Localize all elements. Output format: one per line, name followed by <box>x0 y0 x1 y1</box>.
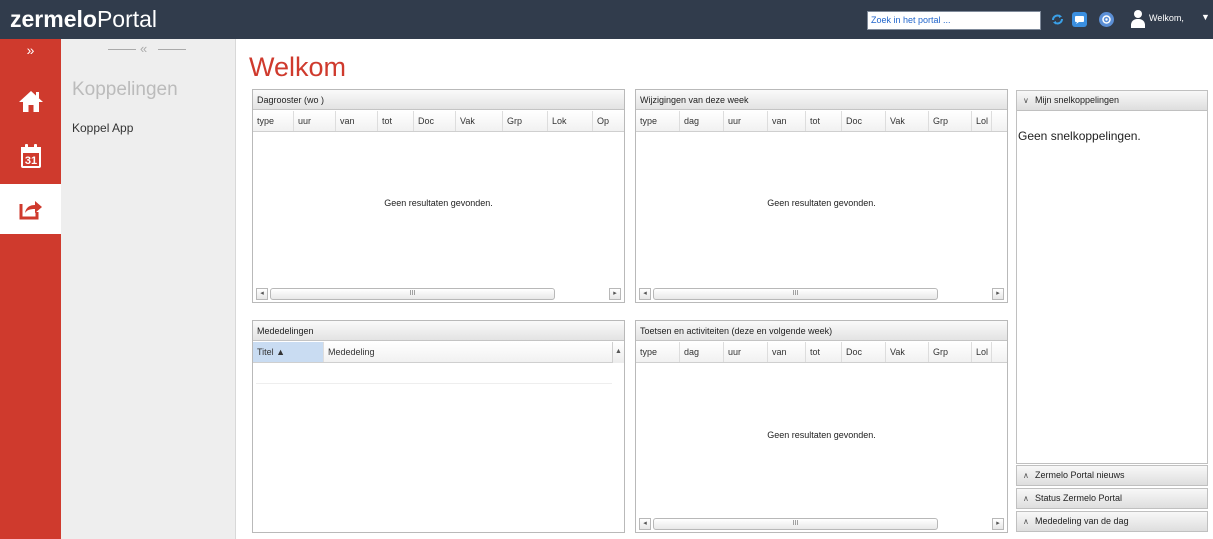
panel-wijzigingen-title: Wijzigingen van deze week <box>636 90 1007 110</box>
panel-dagrooster: Dagrooster (wo ) type uur van tot Doc Va… <box>252 89 625 303</box>
panel-mededelingen-title: Mededelingen <box>253 321 624 341</box>
column-header[interactable]: Doc <box>842 111 886 131</box>
panel-mededelingen: Mededelingen Titel ▲ Mededeling ▲ <box>252 320 625 533</box>
column-header-mededeling[interactable]: Mededeling <box>324 342 612 362</box>
toetsen-grid-header: type dag uur van tot Doc Vak Grp Lol <box>636 342 1007 363</box>
nav-calendar-button[interactable]: 31 <box>0 132 61 180</box>
column-header[interactable]: van <box>336 111 378 131</box>
column-header[interactable]: tot <box>806 111 842 131</box>
accordion-mededeling-dag-header[interactable]: ∧ Mededeling van de dag <box>1016 511 1208 532</box>
panel-toetsen-title: Toetsen en activiteiten (deze en volgend… <box>636 321 1007 341</box>
scroll-up-button[interactable]: ▲ <box>612 342 624 363</box>
panel-wijzigingen: Wijzigingen van deze week type dag uur v… <box>635 89 1008 303</box>
wijzigingen-grid-header: type dag uur van tot Doc Vak Grp Lol <box>636 111 1007 132</box>
column-header[interactable]: uur <box>724 111 768 131</box>
column-header-titel[interactable]: Titel ▲ <box>253 342 324 362</box>
column-header[interactable]: Op <box>593 111 624 131</box>
column-header[interactable]: Lol <box>972 342 992 362</box>
search-input[interactable]: Zoek in het portal ... <box>867 11 1041 30</box>
row-divider <box>256 383 612 384</box>
column-header[interactable]: type <box>636 342 680 362</box>
chevron-up-icon: ∧ <box>1023 494 1029 503</box>
column-header[interactable]: Doc <box>414 111 456 131</box>
expand-menu-button[interactable]: » <box>0 39 61 61</box>
app-logo[interactable]: zermeloPortal <box>10 6 157 32</box>
column-header[interactable]: van <box>768 111 806 131</box>
accordion-snelkoppelingen-body: Geen snelkoppelingen. <box>1016 111 1208 464</box>
snelkoppelingen-empty-text: Geen snelkoppelingen. <box>1018 129 1141 143</box>
share-icon <box>19 201 42 220</box>
user-icon[interactable] <box>1130 10 1145 28</box>
chevron-down-icon: ∨ <box>1023 96 1029 105</box>
empty-results-message: Geen resultaten gevonden. <box>384 198 493 208</box>
scroll-thumb[interactable]: III <box>270 288 555 300</box>
column-header[interactable]: Vak <box>456 111 503 131</box>
column-header[interactable]: Grp <box>929 342 972 362</box>
column-header[interactable]: Vak <box>886 342 929 362</box>
column-header[interactable]: Lol <box>972 111 992 131</box>
home-icon <box>18 91 43 112</box>
column-header[interactable]: tot <box>378 111 414 131</box>
logo-light-text: Portal <box>96 6 158 32</box>
empty-results-message: Geen resultaten gevonden. <box>767 430 876 440</box>
scroll-right-button[interactable]: ▸ <box>992 518 1004 530</box>
nav-koppelingen-button[interactable] <box>0 184 61 234</box>
accordion-title: Mededeling van de dag <box>1035 516 1129 526</box>
accordion-title: Zermelo Portal nieuws <box>1035 470 1125 480</box>
horizontal-scrollbar[interactable]: ◂ III ▸ <box>256 288 621 300</box>
scroll-thumb[interactable]: III <box>653 288 938 300</box>
help-icon[interactable] <box>1099 12 1114 27</box>
panel-toetsen: Toetsen en activiteiten (deze en volgend… <box>635 320 1008 533</box>
panel-dagrooster-title: Dagrooster (wo ) <box>253 90 624 110</box>
welcome-user-label[interactable]: Welkom, <box>1149 13 1184 23</box>
scroll-right-button[interactable]: ▸ <box>609 288 621 300</box>
message-icon[interactable] <box>1072 12 1087 27</box>
column-header[interactable]: dag <box>680 111 724 131</box>
column-header[interactable]: tot <box>806 342 842 362</box>
user-menu-caret-icon[interactable]: ▼ <box>1201 12 1210 22</box>
chevron-up-icon: ∧ <box>1023 471 1029 480</box>
accordion-snelkoppelingen-header[interactable]: ∨ Mijn snelkoppelingen <box>1016 90 1208 111</box>
dagrooster-grid-header: type uur van tot Doc Vak Grp Lok Op <box>253 111 624 132</box>
mededelingen-grid-header: Titel ▲ Mededeling <box>253 342 612 363</box>
scroll-left-button[interactable]: ◂ <box>256 288 268 300</box>
main-icon-bar: » 31 <box>0 39 61 539</box>
column-header[interactable]: uur <box>294 111 336 131</box>
top-bar: zermeloPortal Zoek in het portal ... Wel… <box>0 0 1213 39</box>
horizontal-scrollbar[interactable]: ◂ III ▸ <box>639 518 1004 530</box>
column-header[interactable]: Lok <box>548 111 593 131</box>
column-header[interactable]: uur <box>724 342 768 362</box>
accordion-title: Mijn snelkoppelingen <box>1035 95 1120 105</box>
accordion-nieuws-header[interactable]: ∧ Zermelo Portal nieuws <box>1016 465 1208 486</box>
calendar-day-label: 31 <box>24 155 36 167</box>
scroll-left-button[interactable]: ◂ <box>639 518 651 530</box>
column-header[interactable]: type <box>253 111 294 131</box>
page-title: Welkom <box>249 52 347 82</box>
horizontal-scrollbar[interactable]: ◂ III ▸ <box>639 288 1004 300</box>
scroll-thumb[interactable]: III <box>653 518 938 530</box>
accordion-status-header[interactable]: ∧ Status Zermelo Portal <box>1016 488 1208 509</box>
nav-home-button[interactable] <box>0 77 61 125</box>
chevron-up-icon: ∧ <box>1023 517 1029 526</box>
scroll-left-button[interactable]: ◂ <box>639 288 651 300</box>
column-header[interactable]: van <box>768 342 806 362</box>
refresh-icon[interactable] <box>1050 12 1065 27</box>
column-header[interactable]: Grp <box>503 111 548 131</box>
subnav-title: Koppelingen <box>72 79 178 100</box>
collapse-chevron-icon: « <box>140 41 148 56</box>
empty-results-message: Geen resultaten gevonden. <box>767 198 876 208</box>
calendar-icon: 31 <box>20 143 41 168</box>
logo-bold-text: zermelo <box>10 6 97 32</box>
column-header[interactable]: Vak <box>886 111 929 131</box>
column-header[interactable]: Doc <box>842 342 886 362</box>
accordion-title: Status Zermelo Portal <box>1035 493 1123 503</box>
column-header[interactable]: Grp <box>929 111 972 131</box>
column-header[interactable]: dag <box>680 342 724 362</box>
collapse-nav-button[interactable]: « <box>108 41 188 57</box>
column-header[interactable]: type <box>636 111 680 131</box>
secondary-nav: « Koppelingen Koppel App <box>61 39 236 539</box>
scroll-right-button[interactable]: ▸ <box>992 288 1004 300</box>
subnav-item-koppel-app[interactable]: Koppel App <box>72 121 133 135</box>
